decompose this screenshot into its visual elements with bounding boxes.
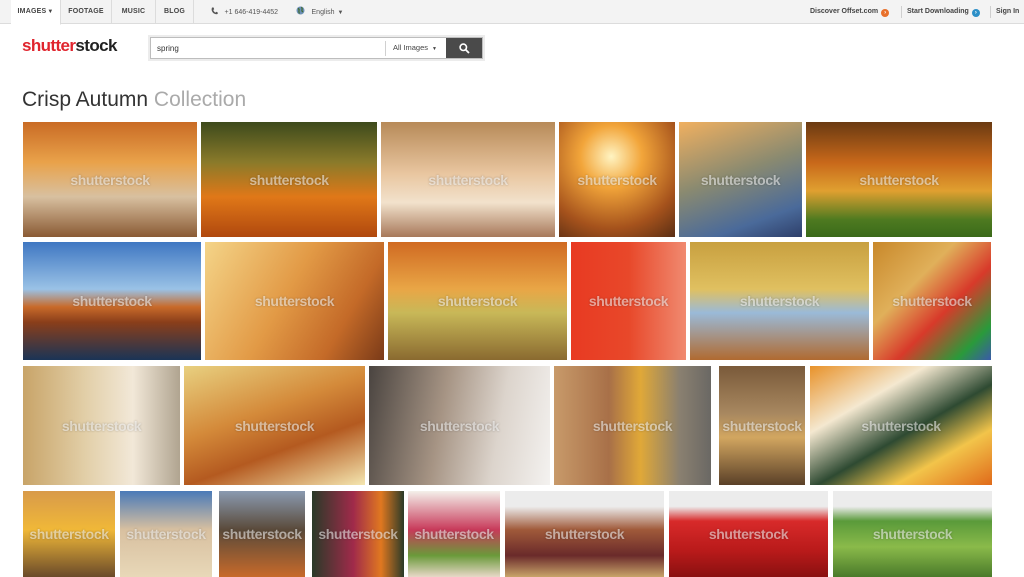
watermark: shutterstock (72, 293, 152, 309)
image-tile[interactable]: shutterstock (388, 242, 567, 360)
shutterstock-logo[interactable]: shutterstock (22, 36, 117, 56)
image-tile[interactable]: shutterstock (559, 122, 675, 237)
search-bar: All Images▼ (150, 37, 483, 59)
watermark: shutterstock (861, 417, 941, 434)
watermark: shutterstock (249, 171, 329, 188)
tab-music-label: MUSIC (121, 8, 146, 15)
logo-part-1: shutter (22, 36, 76, 55)
watermark: shutterstock (254, 293, 335, 309)
watermark: shutterstock (419, 417, 500, 434)
watermark: shutterstock (700, 171, 781, 188)
watermark: shutterstock (872, 526, 953, 542)
language-label: English (311, 9, 335, 16)
tab-images[interactable]: IMAGES▼ (11, 0, 61, 25)
image-tile[interactable]: shutterstock (23, 242, 201, 360)
discover-offset-link[interactable]: Discover Offset.com › (810, 0, 890, 24)
image-tile[interactable]: shutterstock (806, 122, 992, 237)
watermark: shutterstock (577, 171, 657, 188)
image-type-filter[interactable]: All Images ▼ (393, 38, 437, 58)
watermark: shutterstock (708, 526, 789, 542)
watermark: shutterstock (588, 293, 669, 309)
image-tile[interactable]: shutterstock (554, 366, 711, 485)
watermark: shutterstock (428, 171, 508, 188)
caret-down-icon: ▼ (432, 46, 437, 52)
watermark: shutterstock (892, 293, 972, 309)
collection-title: Crisp Autumn Collection (22, 88, 246, 112)
tab-footage[interactable]: FOOTAGE (61, 0, 112, 24)
image-tile[interactable]: shutterstock (810, 366, 992, 485)
image-tile[interactable]: shutterstock (505, 491, 664, 577)
image-tile[interactable]: shutterstock (690, 242, 869, 360)
phone-icon (211, 7, 221, 17)
image-tile[interactable]: shutterstock (719, 366, 805, 485)
image-tile[interactable]: shutterstock (873, 242, 991, 360)
watermark: shutterstock (29, 526, 109, 542)
caret-down-icon: ▼ (47, 9, 54, 15)
watermark: shutterstock (739, 293, 820, 309)
tab-blog[interactable]: BLOG (156, 0, 194, 24)
sign-in-label: Sign In (996, 8, 1020, 15)
divider (385, 41, 386, 56)
language-selector[interactable]: English ▼ (296, 0, 343, 24)
watermark: shutterstock (70, 171, 150, 188)
image-tile[interactable]: shutterstock (23, 491, 115, 577)
sign-in-link[interactable]: Sign In (996, 0, 1019, 24)
start-downloading-label: Start Downloading (907, 8, 969, 15)
watermark: shutterstock (722, 417, 802, 434)
image-tile[interactable]: shutterstock (369, 366, 550, 485)
phone-label: +1 646-419-4452 (224, 9, 279, 16)
image-tile[interactable]: shutterstock (833, 491, 992, 577)
arrow-right-circle-icon: › (971, 9, 980, 17)
filter-label: All Images (393, 43, 429, 52)
image-tile[interactable]: shutterstock (120, 491, 212, 577)
watermark: shutterstock (592, 417, 673, 434)
watermark: shutterstock (318, 526, 398, 542)
magnifier-icon (459, 43, 470, 54)
image-tile[interactable]: shutterstock (201, 122, 377, 237)
arrow-right-circle-icon: › (881, 9, 890, 17)
caret-down-icon: ▼ (337, 10, 344, 16)
tab-music[interactable]: MUSIC (112, 0, 156, 24)
watermark: shutterstock (414, 526, 494, 542)
image-tile[interactable]: shutterstock (219, 491, 305, 577)
globe-icon (296, 6, 308, 17)
start-downloading-link[interactable]: Start Downloading › (907, 0, 980, 24)
image-tile[interactable]: shutterstock (312, 491, 404, 577)
watermark: shutterstock (234, 417, 315, 434)
image-tile[interactable]: shutterstock (205, 242, 384, 360)
watermark: shutterstock (61, 417, 142, 434)
logo-part-2: stock (75, 36, 117, 55)
image-tile[interactable]: shutterstock (408, 491, 500, 577)
image-tile[interactable]: shutterstock (184, 366, 365, 485)
image-tile[interactable]: shutterstock (23, 122, 197, 237)
watermark: shutterstock (126, 526, 206, 542)
image-tile[interactable]: shutterstock (679, 122, 802, 237)
divider (901, 6, 902, 18)
search-input[interactable] (157, 41, 382, 56)
watermark: shutterstock (859, 171, 939, 188)
top-navigation-bar: IMAGES▼ FOOTAGE MUSIC BLOG +1 646-419-44… (0, 0, 1024, 25)
tab-blog-label: BLOG (163, 8, 186, 15)
tab-footage-label: FOOTAGE (68, 8, 104, 15)
phone-number[interactable]: +1 646-419-4452 (211, 0, 278, 24)
discover-offset-label: Discover Offset.com (810, 8, 879, 15)
collection-title-sub: Collection (153, 88, 247, 111)
image-tile[interactable]: shutterstock (23, 366, 180, 485)
search-button[interactable] (446, 38, 482, 58)
collection-title-main: Crisp Autumn (22, 88, 149, 111)
divider (990, 6, 991, 18)
image-tile[interactable]: shutterstock (571, 242, 686, 360)
image-tile[interactable]: shutterstock (669, 491, 828, 577)
watermark: shutterstock (222, 526, 302, 542)
tab-images-label: IMAGES (17, 8, 47, 15)
watermark: shutterstock (544, 526, 625, 542)
watermark: shutterstock (437, 293, 518, 309)
image-tile[interactable]: shutterstock (381, 122, 555, 237)
